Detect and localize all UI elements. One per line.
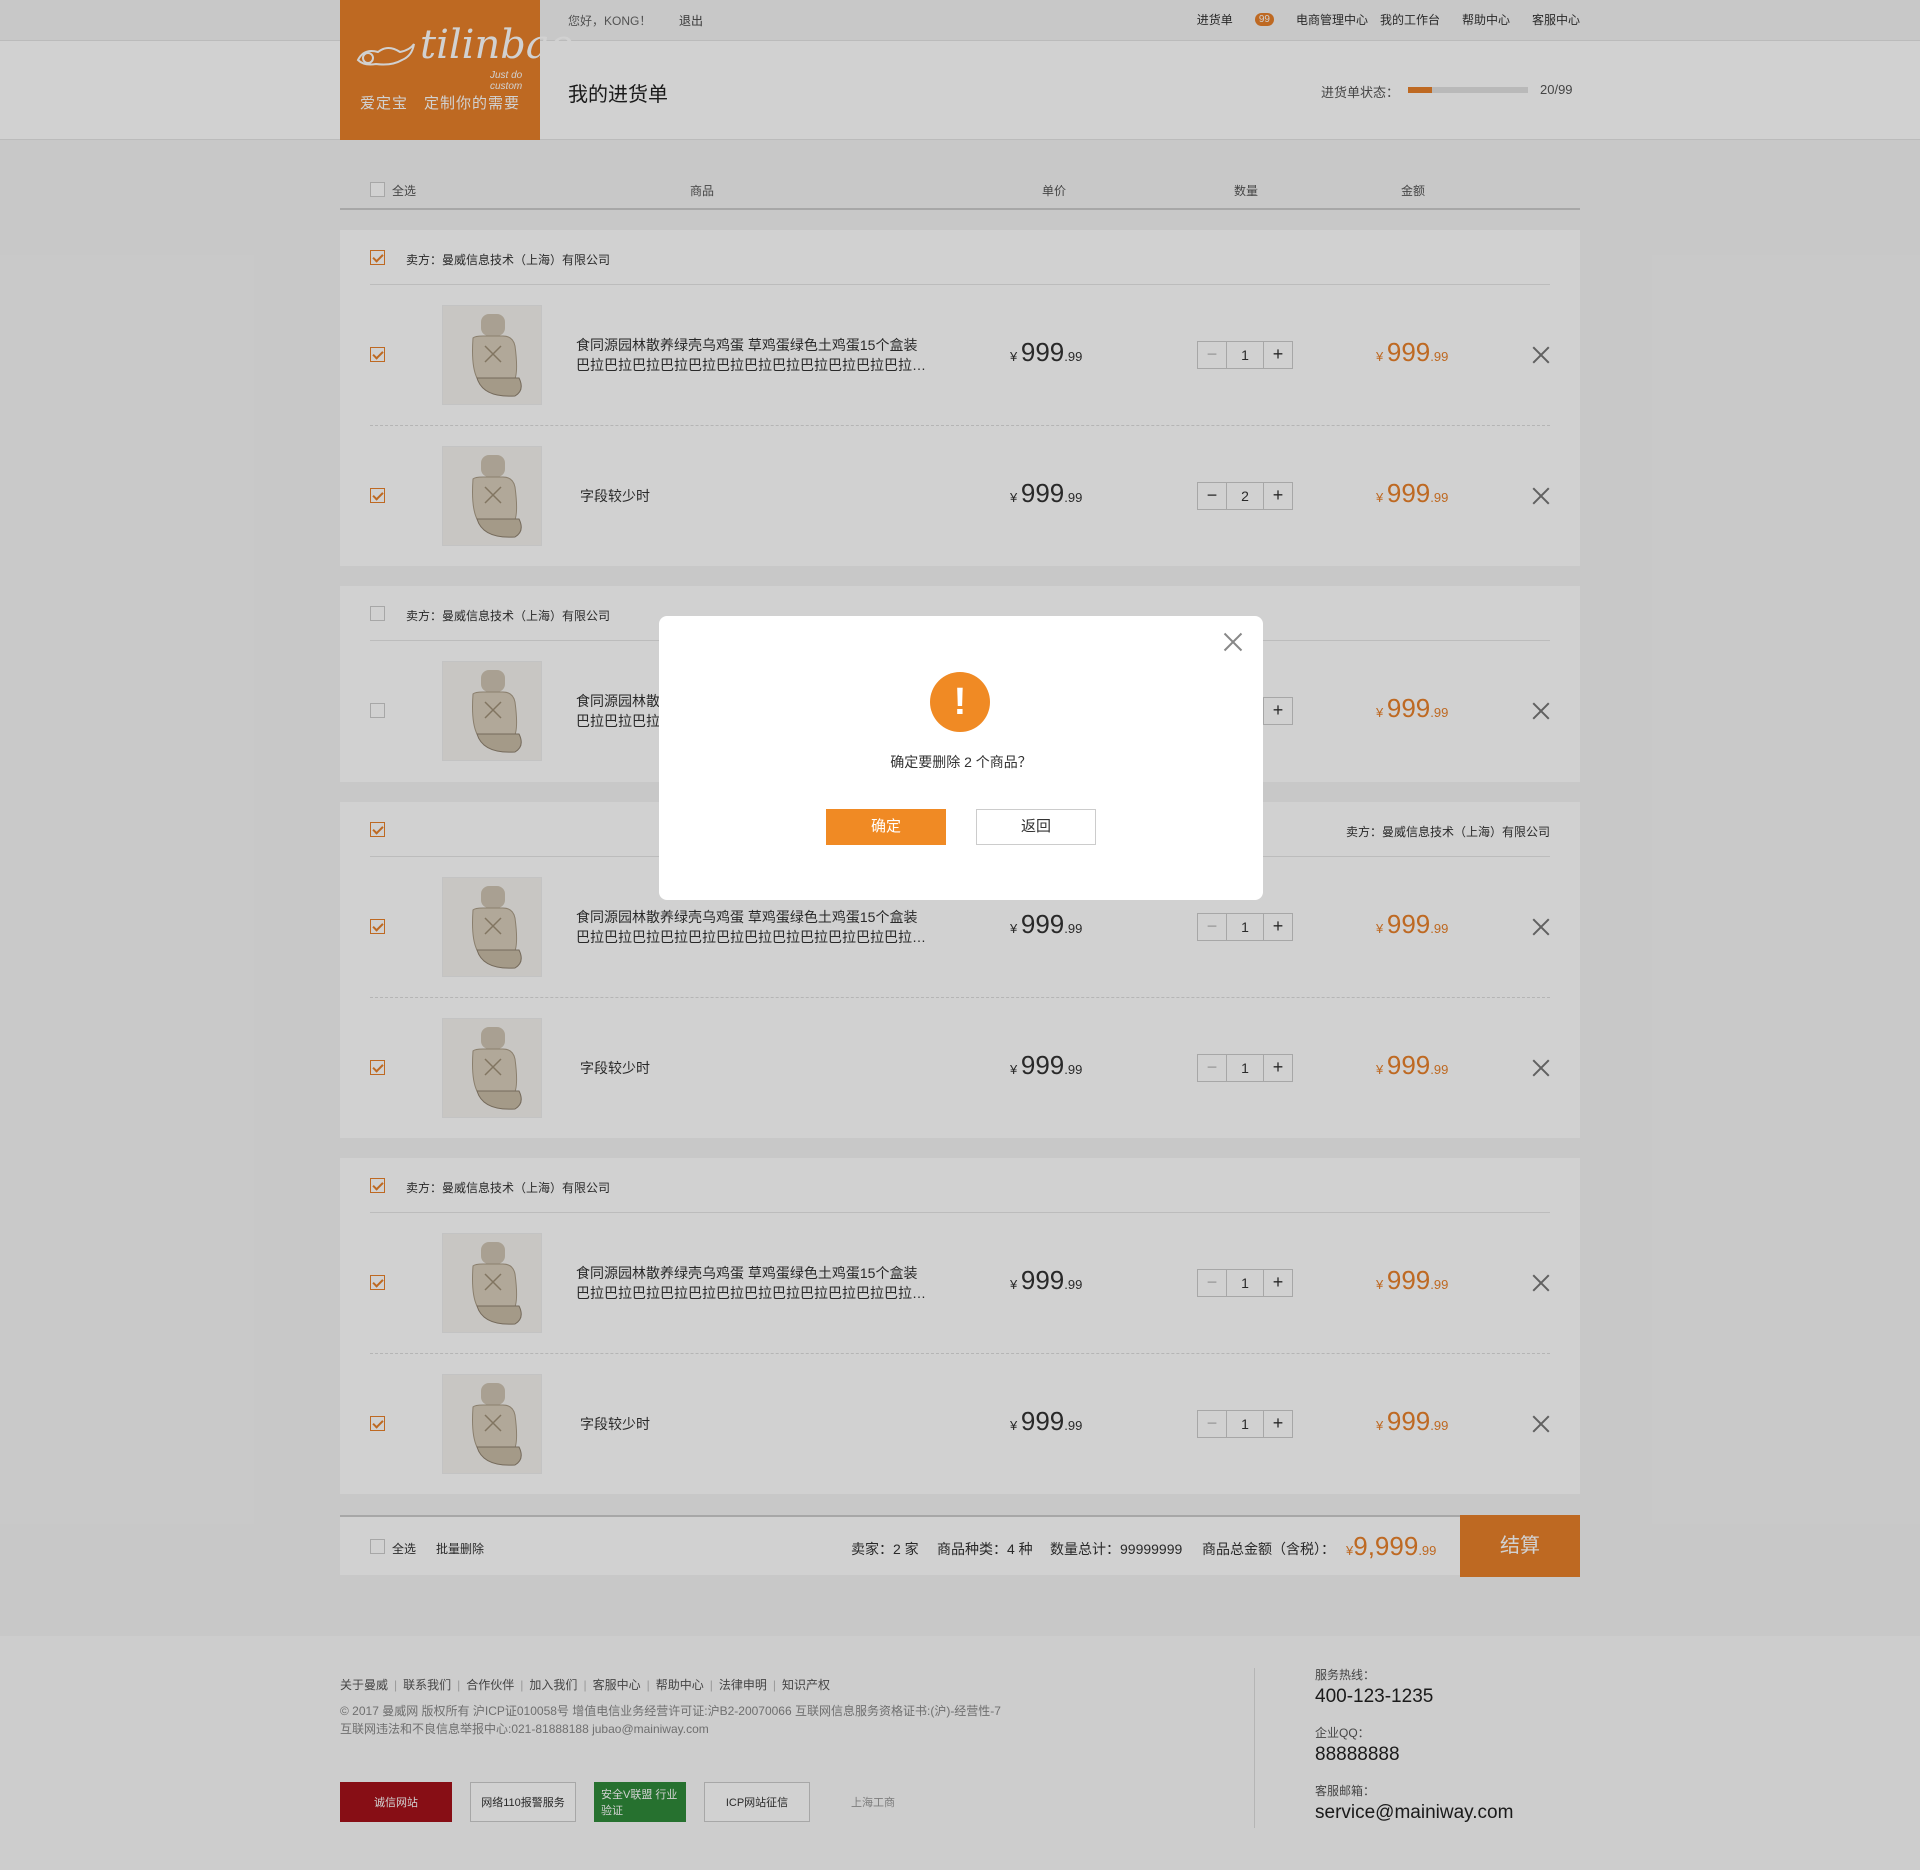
confirm-button[interactable]: 确定: [826, 809, 946, 845]
warning-icon: !: [930, 672, 990, 732]
modal-overlay[interactable]: [0, 0, 1920, 1870]
close-icon[interactable]: [1223, 632, 1243, 652]
dialog-message: 确定要删除 2 个商品？: [890, 754, 1032, 770]
back-button[interactable]: 返回: [976, 809, 1096, 845]
delete-confirm-dialog: ! 确定要删除 2 个商品？ 确定 返回: [659, 616, 1263, 900]
